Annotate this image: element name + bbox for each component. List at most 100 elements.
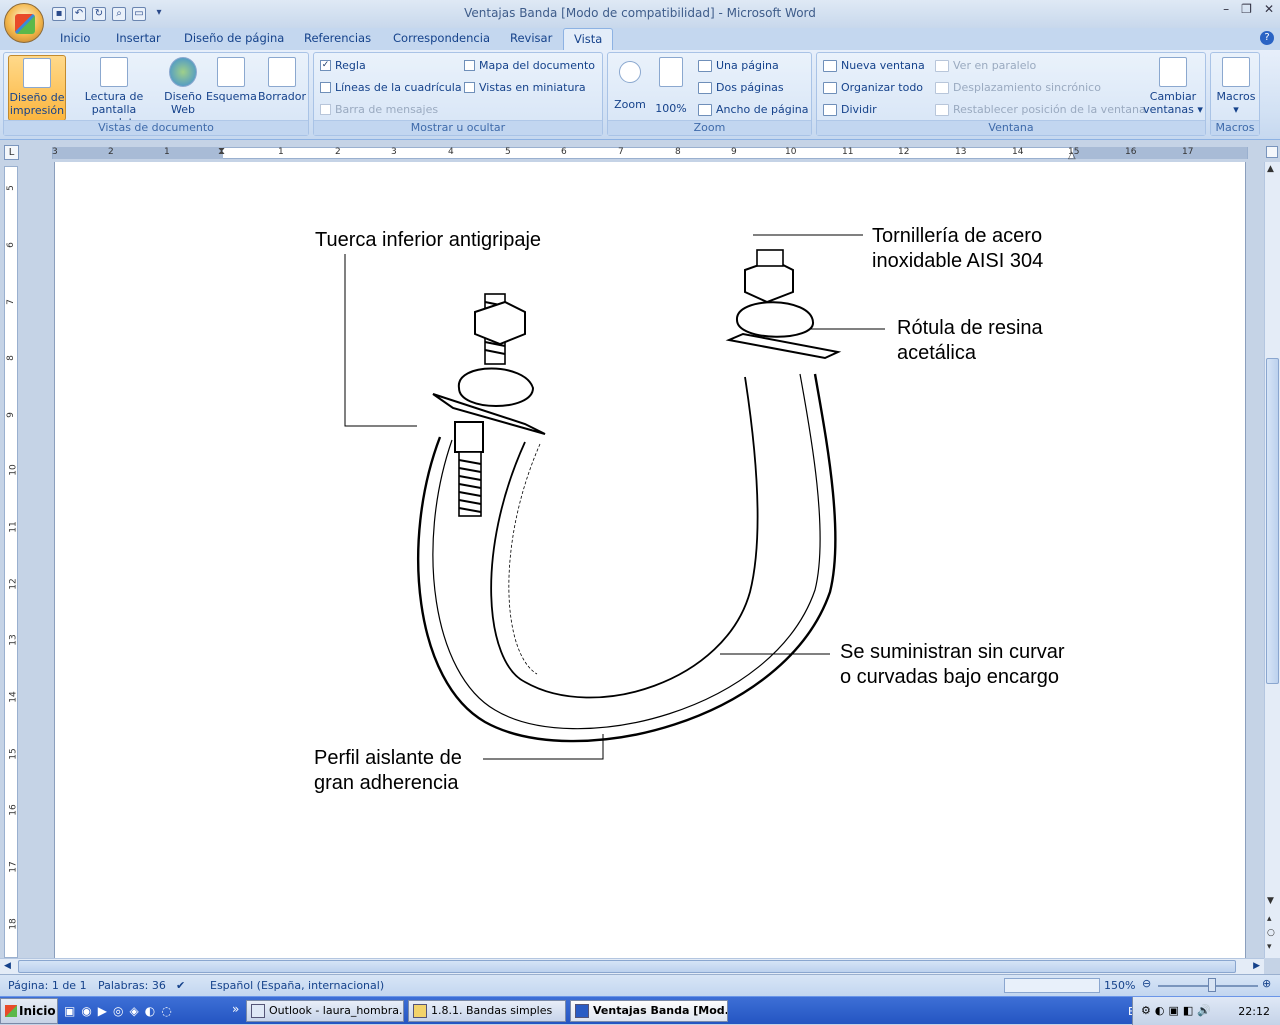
tab-inicio[interactable]: Inicio [60,31,90,45]
start-button[interactable]: Inicio [0,998,58,1024]
prev-page-icon[interactable]: ▴ [1267,914,1272,924]
indent-marker-icon[interactable]: ⧗ [218,146,225,157]
ruler-number: 16 [8,804,19,816]
vertical-scroll-thumb[interactable] [1266,358,1279,684]
tray-icons[interactable]: ⚙◐▣◧🔊 [1141,1004,1215,1017]
word-count[interactable]: Palabras: 36 [98,979,166,992]
zoom-out-icon[interactable]: ⊖ [1142,977,1151,990]
taskbar-outlook[interactable]: Outlook - laura_hombra... [246,1000,404,1022]
tab-diseno-pagina[interactable]: Diseño de página [184,31,284,45]
reset-window-button[interactable]: Restablecer posición de la ventana [935,103,1146,116]
page-width-button[interactable]: Ancho de página [698,103,808,116]
page-count[interactable]: Página: 1 de 1 [8,979,87,992]
draft-button[interactable]: Borrador [256,55,308,103]
side-by-side-button[interactable]: Ver en paralelo [935,59,1036,72]
arrange-all-button[interactable]: Organizar todo [823,81,923,94]
ruler-number: 9 [5,412,16,418]
document-page[interactable]: Tuerca inferior antigripaje Tornillería … [54,162,1246,958]
ruler-number: 2 [108,147,114,157]
label-rotula-1: Rótula de resina [897,317,1043,339]
close-icon[interactable]: ✕ [1264,2,1274,16]
switch-windows-button[interactable]: Cambiar ventanas ▾ [1143,55,1203,116]
tab-selector[interactable]: L [4,145,19,160]
proofing-icon[interactable]: ✔ [176,979,185,992]
scroll-up-icon[interactable]: ▲ [1267,164,1274,174]
browse-object-icon[interactable]: ○ [1267,928,1275,938]
minimize-icon[interactable]: – [1223,2,1229,16]
sync-scroll-button[interactable]: Desplazamiento sincrónico [935,81,1101,94]
tab-revisar[interactable]: Revisar [510,31,552,45]
zoom-in-icon[interactable]: ⊕ [1262,977,1271,990]
ruler-number: 5 [5,185,16,191]
folder-icon [413,1004,427,1018]
one-page-button[interactable]: Una página [698,59,779,72]
scroll-down-icon[interactable]: ▼ [1267,896,1274,906]
ruler-number: 12 [898,147,910,157]
tab-correspondencia[interactable]: Correspondencia [393,31,490,45]
group-ventana: Nueva ventana Organizar todo Dividir Ver… [816,52,1206,136]
ruler-checkbox[interactable]: ✓ Regla [320,59,366,72]
window-title: Ventajas Banda [Modo de compatibilidad] … [464,6,816,20]
print-layout-button[interactable]: Diseño de impresión [8,55,66,121]
taskbar-word[interactable]: Ventajas Banda [Mod... [570,1000,728,1022]
next-page-icon[interactable]: ▾ [1267,942,1272,952]
tab-vista[interactable]: Vista [563,28,614,50]
view-ruler-icon[interactable] [1266,146,1278,158]
full-screen-reading-button[interactable]: Lectura depantalla completa [68,55,160,129]
group-vistas-documento: Diseño deimpresión Lectura depantalla co… [3,52,309,136]
zoom-level[interactable]: 150% [1104,979,1135,992]
ruler-number: 8 [5,355,16,361]
ruler-number: 4 [448,147,454,157]
zoom-button[interactable]: Zoom [612,55,648,111]
new-window-button[interactable]: Nueva ventana [823,59,925,72]
arrange-all-icon [823,81,837,94]
ruler-number: 6 [5,242,16,248]
maximize-icon[interactable]: ❐ [1241,2,1252,16]
clock[interactable]: 22:12 [1238,1005,1270,1018]
right-indent-marker-icon[interactable]: △ [1068,150,1076,161]
checkbox-icon [464,60,475,71]
document-area[interactable]: Tuerca inferior antigripaje Tornillería … [22,162,1264,958]
language-status[interactable]: Español (España, internacional) [210,979,384,992]
horizontal-ruler[interactable]: L 3 2 1 1 2 3 4 5 6 7 8 9 10 11 12 13 14… [0,144,1280,162]
view-buttons[interactable] [1004,978,1100,993]
document-map-checkbox[interactable]: Mapa del documento [464,59,595,72]
tab-referencias[interactable]: Referencias [304,31,371,45]
scroll-right-icon[interactable]: ▶ [1253,961,1260,971]
group-label: Macros [1211,120,1259,135]
office-button[interactable] [4,3,44,43]
group-macros: Macros ▾ Macros [1210,52,1260,136]
zoom-slider-thumb[interactable] [1208,978,1216,992]
horizontal-scrollbar[interactable]: ◀ ▶ [0,958,1264,974]
checkbox-checked-icon: ✓ [320,60,331,71]
zoom-100-button[interactable]: 100% [654,55,688,115]
macros-button[interactable]: Macros ▾ [1214,55,1258,116]
web-layout-button[interactable]: Diseño Web [162,55,204,116]
ruler-number: 15 [8,748,19,760]
ruler-number: 1 [164,147,170,157]
split-button[interactable]: Dividir [823,103,877,116]
tab-insertar[interactable]: Insertar [116,31,161,45]
label-suministran-1: Se suministran sin curvar [840,641,1065,663]
vertical-scrollbar[interactable]: ▲ ▼ ▴ ○ ▾ [1264,162,1280,958]
thumbnails-checkbox[interactable]: Vistas en miniatura [464,81,586,94]
quick-launch-more-icon[interactable]: » [232,1002,239,1016]
message-bar-checkbox[interactable]: Barra de mensajes [320,103,438,116]
scroll-left-icon[interactable]: ◀ [4,961,11,971]
ruler-number: 17 [1182,147,1194,157]
horizontal-scroll-thumb[interactable] [18,960,1236,973]
ruler-number: 17 [8,861,19,873]
gridlines-checkbox[interactable]: Líneas de la cuadrícula [320,81,462,94]
window-controls: – ❐ ✕ [1223,2,1274,16]
taskbar-folder[interactable]: 1.8.1. Bandas simples [408,1000,566,1022]
quick-launch-icons[interactable]: ▣◉▶◎◈◐◌ [64,1004,178,1018]
switch-windows-icon [1159,57,1187,87]
ruler-number: 10 [785,147,797,157]
two-pages-button[interactable]: Dos páginas [698,81,784,94]
side-by-side-icon [935,59,949,72]
ruler-number: 2 [335,147,341,157]
outline-button[interactable]: Esquema [206,55,257,103]
ruler-number: 5 [505,147,511,157]
vertical-ruler[interactable]: 5 6 7 8 9 10 11 12 13 14 15 16 17 18 [4,166,19,958]
help-icon[interactable]: ? [1260,31,1274,45]
